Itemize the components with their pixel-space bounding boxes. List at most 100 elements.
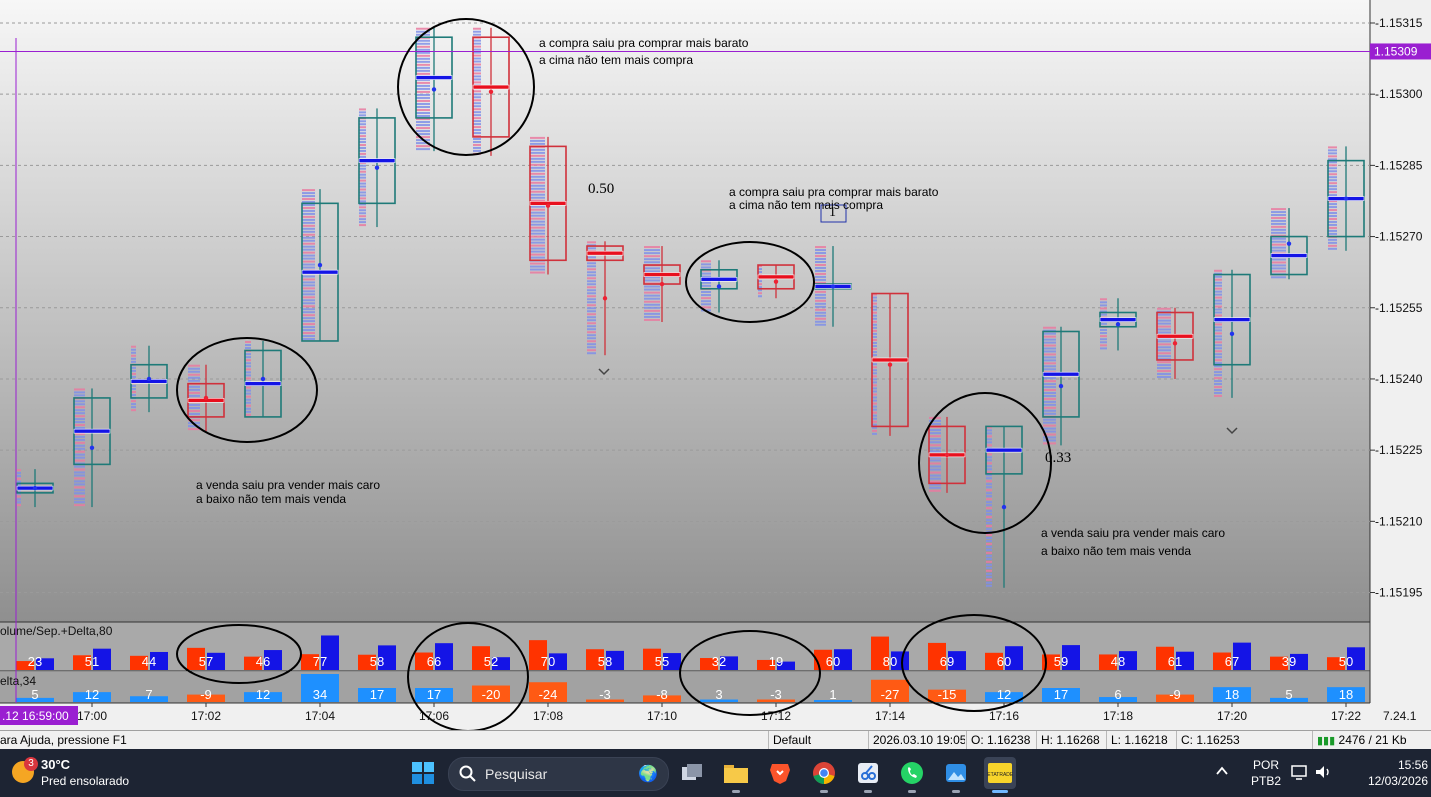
poc-marker xyxy=(871,357,909,363)
footprint-bar xyxy=(359,170,366,173)
task-view-button[interactable] xyxy=(676,757,708,789)
footprint-bar xyxy=(986,572,992,575)
footprint-bar xyxy=(74,427,85,430)
taskbar-metatrader[interactable]: METATRADER xyxy=(984,757,1016,793)
time-tick-label: 17:00 xyxy=(77,709,107,723)
footprint-bar xyxy=(1043,424,1056,427)
keyboard-layout: PTB2 xyxy=(1250,774,1281,788)
footprint-bar xyxy=(359,132,366,135)
footprint-bar xyxy=(302,257,315,260)
footprint-bar xyxy=(359,146,366,149)
taskbar-file-explorer[interactable] xyxy=(720,757,752,793)
weather-badge: 3 xyxy=(24,757,38,771)
footprint-bar xyxy=(17,474,21,477)
footprint-bar xyxy=(587,295,596,298)
footprint-bar xyxy=(815,266,826,269)
system-tray[interactable] xyxy=(1290,763,1340,783)
footprint-bar xyxy=(1271,261,1286,264)
footprint-bar xyxy=(644,261,660,264)
delta-label: 17 xyxy=(370,687,384,702)
taskbar-search[interactable]: Pesquisar 🌍 xyxy=(448,757,669,791)
taskbar-snipping-tool[interactable] xyxy=(852,757,884,793)
footprint-bar xyxy=(473,57,481,60)
footprint-bar xyxy=(74,400,85,403)
footprint-bar xyxy=(74,465,85,468)
footprint-bar xyxy=(302,242,315,245)
taskbar-whatsapp[interactable] xyxy=(896,757,928,793)
taskbar-chrome[interactable] xyxy=(808,757,840,793)
vwap-dot xyxy=(716,284,722,289)
footprint-bar xyxy=(530,163,545,166)
footprint-bar xyxy=(986,495,992,498)
footprint-bar xyxy=(245,374,251,377)
footprint-bar xyxy=(1271,258,1286,261)
price-tick-label: -1.15300 xyxy=(1375,87,1423,101)
footprint-bar xyxy=(473,123,481,126)
footprint-bar xyxy=(1043,421,1056,424)
footprint-bar xyxy=(473,146,481,149)
start-button[interactable] xyxy=(407,757,439,789)
volume-label: 52 xyxy=(484,654,498,669)
footprint-bar xyxy=(359,173,366,176)
footprint-bar xyxy=(644,285,660,288)
footprint-bar xyxy=(131,409,136,412)
footprint-bar xyxy=(929,459,941,462)
delta-label: -8 xyxy=(656,687,668,702)
footprint-bar xyxy=(74,415,85,418)
taskbar-brave[interactable] xyxy=(764,757,796,789)
time-tick-label: 17:08 xyxy=(533,709,563,723)
footprint-bar xyxy=(359,185,366,188)
footprint-bar xyxy=(74,486,85,489)
footprint-bar xyxy=(245,413,251,416)
status-profile[interactable]: Default xyxy=(768,731,865,749)
clock-time: 15:56 xyxy=(1397,758,1428,772)
footprint-bar xyxy=(416,81,430,84)
footprint-bar xyxy=(1157,364,1171,367)
footprint-bar xyxy=(302,260,315,263)
trading-chart[interactable]: -1.15315 -1.15300 -1.15285 -1.15270 -1.15255… xyxy=(0,0,1431,730)
footprint-bar xyxy=(1100,338,1107,341)
language-indicator[interactable]: POR PTB2 xyxy=(1246,757,1286,789)
footprint-bar xyxy=(74,441,85,444)
footprint-bar xyxy=(17,495,21,498)
clock[interactable]: 15:56 12/03/2026 xyxy=(1342,757,1428,789)
weather-widget[interactable]: 3 30°C Pred ensolarado xyxy=(10,755,160,791)
delta-label: 5 xyxy=(1285,687,1292,702)
footprint-bar xyxy=(302,245,315,248)
footprint-bar xyxy=(1157,355,1171,358)
footprint-bar xyxy=(1157,328,1171,331)
vwap-dot xyxy=(1115,322,1121,327)
footprint-bar xyxy=(473,30,481,33)
footprint-bar xyxy=(188,364,200,367)
footprint-bar xyxy=(815,296,826,299)
vwap-dot xyxy=(1172,341,1178,346)
show-hidden-icons[interactable] xyxy=(1214,763,1234,783)
weather-desc: Pred ensolarado xyxy=(41,774,130,788)
footprint-bar xyxy=(473,102,481,105)
delta-label: 6 xyxy=(1114,687,1121,702)
footprint-bar xyxy=(530,214,545,217)
footprint-bar xyxy=(359,155,366,158)
footprint-bar xyxy=(302,206,315,209)
taskbar-photos[interactable] xyxy=(940,757,972,793)
network-icon xyxy=(1291,765,1307,780)
volume-label: 77 xyxy=(313,654,327,669)
chart-canvas[interactable]: -1.15315 -1.15300 -1.15285 -1.15270 -1.15255… xyxy=(0,0,1431,730)
status-connection[interactable]: ▮▮▮ 2476 / 21 Kb xyxy=(1312,731,1431,749)
footprint-bar xyxy=(74,504,85,507)
footprint-bar xyxy=(74,498,85,501)
footprint-bar xyxy=(359,209,366,212)
volume-label: 60 xyxy=(826,654,840,669)
footprint-bar xyxy=(302,230,315,233)
footprint-bar xyxy=(815,302,826,305)
footprint-bar xyxy=(644,309,660,312)
footprint-bar xyxy=(1043,377,1056,380)
footprint-bar xyxy=(929,489,941,492)
footprint-bar xyxy=(1214,323,1222,326)
footprint-bar xyxy=(416,96,430,99)
footprint-bar xyxy=(644,312,660,315)
footprint-bar xyxy=(1043,347,1056,350)
footprint-bar xyxy=(473,132,481,135)
footprint-bar xyxy=(473,63,481,66)
footprint-bar xyxy=(1100,322,1107,325)
